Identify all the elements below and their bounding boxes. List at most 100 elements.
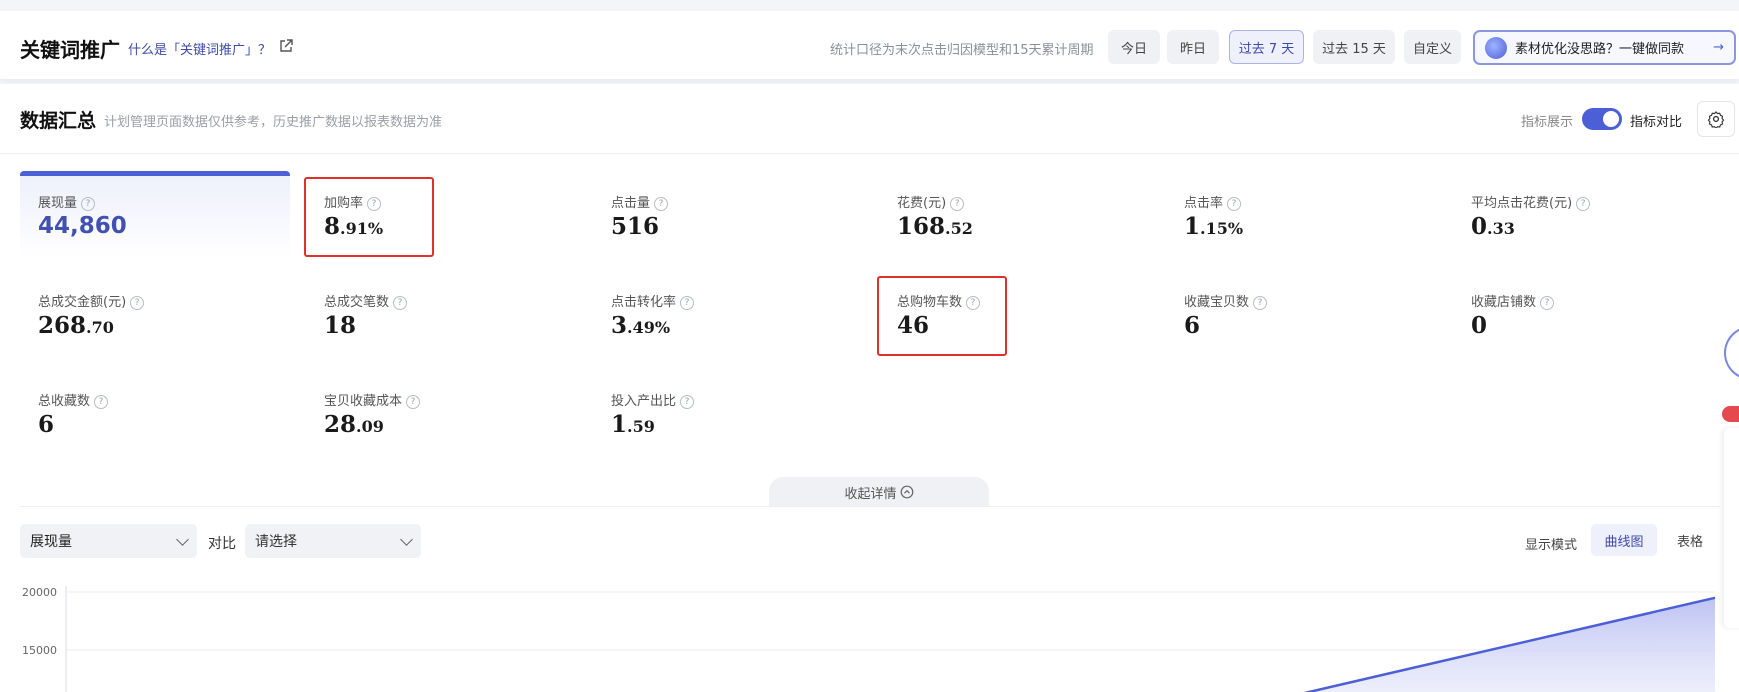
metric-value: 1.15% xyxy=(1184,213,1243,240)
metric-label-text: 平均点击花费(元) xyxy=(1471,196,1573,211)
mascot-icon xyxy=(1485,36,1507,59)
metric-label-text: 总成交笔数 xyxy=(324,295,390,310)
gear-icon xyxy=(1707,111,1725,128)
metric-card[interactable]: 收藏店铺数? 0 xyxy=(1453,270,1723,356)
metric-card[interactable]: 宝贝收藏成本? 28.09 xyxy=(306,369,576,455)
metric-select-value: 展现量 xyxy=(30,534,72,550)
metric-label: 花费(元)? xyxy=(897,192,965,211)
metric-value-integer: 6 xyxy=(38,411,55,438)
metric-value-decimal: .59 xyxy=(627,417,655,436)
divider xyxy=(20,506,1720,507)
metric-value: 268.70 xyxy=(38,312,114,339)
metric-label: 投入产出比? xyxy=(611,390,695,409)
question-icon[interactable]: ? xyxy=(1540,296,1555,310)
metric-label: 总成交金额(元)? xyxy=(38,291,145,310)
metric-value-integer: 516 xyxy=(611,213,660,240)
metric-card[interactable]: 收藏宝贝数? 6 xyxy=(1166,270,1436,356)
date-custom-button[interactable]: 自定义 xyxy=(1404,30,1461,64)
metric-label-text: 投入产出比 xyxy=(611,394,677,409)
question-icon[interactable]: ? xyxy=(406,395,421,409)
mode-line-chart-tab[interactable]: 曲线图 xyxy=(1591,524,1657,556)
metric-label: 点击量? xyxy=(611,192,669,211)
metric-compare-toggle[interactable] xyxy=(1582,108,1622,130)
metric-card[interactable]: 总成交笔数? 18 xyxy=(306,270,576,356)
metric-value: 3.49% xyxy=(611,312,670,339)
collapse-label: 收起详情 xyxy=(844,486,897,502)
metric-label: 点击率? xyxy=(1184,192,1242,211)
question-icon[interactable]: ? xyxy=(680,395,695,409)
floating-badge xyxy=(1722,406,1739,422)
metric-value-decimal: .33 xyxy=(1487,219,1515,238)
metric-label: 展现量? xyxy=(38,192,96,211)
promo-banner[interactable]: 素材优化没思路？一键做同款 → xyxy=(1473,30,1736,65)
metric-value-integer: 3 xyxy=(611,312,628,339)
metric-value: 0 xyxy=(1471,312,1487,339)
question-icon[interactable]: ? xyxy=(1227,197,1242,211)
metric-label: 总成交笔数? xyxy=(324,291,408,310)
promo-label: 素材优化没思路？一键做同款 xyxy=(1515,42,1685,57)
impressions-chart: 20000 15000 xyxy=(22,586,1716,692)
help-link[interactable]: 什么是「关键词推广」？ xyxy=(128,39,271,58)
question-icon[interactable]: ? xyxy=(654,197,669,211)
mode-table-tab[interactable]: 表格 xyxy=(1665,524,1715,556)
question-icon[interactable]: ? xyxy=(1253,296,1268,310)
metric-label-text: 展现量 xyxy=(38,196,78,211)
summary-title: 数据汇总 xyxy=(20,110,97,132)
compare-select[interactable]: 请选择 xyxy=(245,524,421,558)
metric-card[interactable]: 点击量? 516 xyxy=(593,171,863,257)
metric-select[interactable]: 展现量 xyxy=(20,524,197,558)
question-icon[interactable]: ? xyxy=(950,197,965,211)
metric-card[interactable]: 总收藏数? 6 xyxy=(20,369,290,455)
settings-button[interactable] xyxy=(1697,101,1735,137)
compare-label: 对比 xyxy=(208,536,236,552)
toggle-knob xyxy=(1603,111,1619,127)
metric-value-integer: 18 xyxy=(324,312,357,339)
metric-card[interactable]: 点击率? 1.15% xyxy=(1166,171,1436,257)
metric-label: 平均点击花费(元)? xyxy=(1471,192,1591,211)
compare-select-placeholder: 请选择 xyxy=(255,534,297,550)
external-link-icon[interactable] xyxy=(278,38,294,54)
metric-value-integer: 0 xyxy=(1471,213,1488,240)
y-tick-label: 20000 xyxy=(22,586,57,599)
metric-value: 6 xyxy=(1184,312,1200,339)
question-icon[interactable]: ? xyxy=(393,296,408,310)
metric-label-text: 点击转化率 xyxy=(611,295,677,310)
summary-note: 计划管理页面数据仅供参考，历史推广数据以报表数据为准 xyxy=(104,115,443,130)
date-today-button[interactable]: 今日 xyxy=(1108,30,1160,64)
metric-value: 44,860 xyxy=(38,213,127,239)
metric-compare-label: 指标对比 xyxy=(1630,115,1683,130)
metric-card[interactable]: 平均点击花费(元)? 0.33 xyxy=(1453,171,1723,257)
metric-card[interactable]: 花费(元)? 168.52 xyxy=(879,171,1149,257)
metric-label-text: 花费(元) xyxy=(897,196,947,211)
metric-card[interactable]: 投入产出比? 1.59 xyxy=(593,369,863,455)
metric-value-integer: 1 xyxy=(611,411,628,438)
chevron-down-icon xyxy=(400,533,413,546)
question-icon[interactable]: ? xyxy=(680,296,695,310)
arrow-right-icon: → xyxy=(1713,40,1724,55)
question-icon[interactable]: ? xyxy=(130,296,145,310)
page-title: 关键词推广 xyxy=(20,38,120,62)
divider xyxy=(0,153,1739,154)
metric-card[interactable]: 总成交金额(元)? 268.70 xyxy=(20,270,290,356)
date-7days-button[interactable]: 过去 7 天 xyxy=(1229,30,1304,64)
metric-card[interactable]: 展现量? 44,860 xyxy=(20,171,290,257)
question-icon[interactable]: ? xyxy=(94,395,109,409)
metric-value-integer: 44,860 xyxy=(38,213,127,239)
metric-value-integer: 0 xyxy=(1471,312,1488,339)
metric-card[interactable]: 点击转化率? 3.49% xyxy=(593,270,863,356)
metric-label: 点击转化率? xyxy=(611,291,695,310)
metric-value: 168.52 xyxy=(897,213,973,240)
collapse-details-button[interactable]: 收起详情 xyxy=(769,477,989,507)
series-area xyxy=(1260,597,1715,692)
metric-label-text: 点击量 xyxy=(611,196,651,211)
question-icon[interactable]: ? xyxy=(1576,197,1591,211)
date-yesterday-button[interactable]: 昨日 xyxy=(1167,30,1219,64)
metric-label-text: 收藏店铺数 xyxy=(1471,295,1537,310)
metric-value: 6 xyxy=(38,411,54,438)
metric-value: 28.09 xyxy=(324,411,384,438)
metric-label-text: 收藏宝贝数 xyxy=(1184,295,1250,310)
floating-side-panel[interactable] xyxy=(1724,428,1739,628)
question-icon[interactable]: ? xyxy=(81,197,96,211)
date-15days-button[interactable]: 过去 15 天 xyxy=(1313,30,1395,64)
metric-label-text: 总收藏数 xyxy=(38,394,91,409)
